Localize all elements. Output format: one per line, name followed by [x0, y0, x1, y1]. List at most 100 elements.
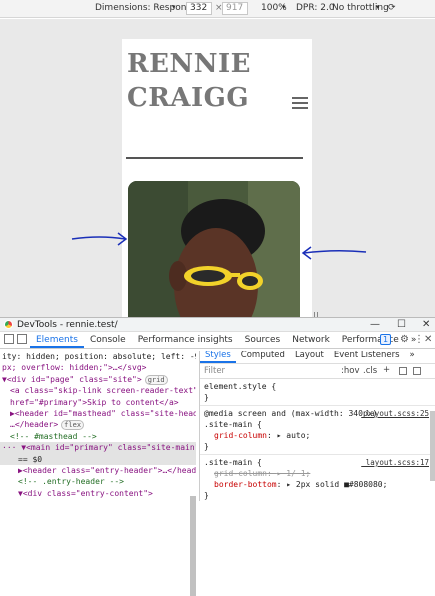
- width-input[interactable]: 332: [186, 2, 212, 15]
- css-declaration[interactable]: grid-column: ▸ auto;: [204, 430, 431, 441]
- left-annotation-arrow: [71, 232, 128, 246]
- height-input[interactable]: 917: [222, 2, 248, 15]
- dom-tree-line[interactable]: ▶<header id="masthead" class="site-heade…: [0, 408, 196, 419]
- dom-tree-line-text: ··· ▼<main id="primary" class="site-main…: [2, 443, 196, 453]
- style-rule[interactable]: @media screen and (max-width: 340px) .sit…: [200, 406, 435, 455]
- site-preview: RENNIE CRAIGG: [122, 39, 312, 317]
- dom-tree-line[interactable]: ▼<div id="page" class="site"> grid: [0, 374, 196, 385]
- devtools-titlebar: DevTools - rennie.test/ — ☐ ✕: [0, 318, 435, 332]
- tab-performance-insights[interactable]: Performance insights: [132, 335, 239, 348]
- tab-sources[interactable]: Sources: [239, 335, 287, 348]
- tab-event-listeners[interactable]: Event Listeners: [329, 351, 405, 363]
- css-colon: :: [266, 469, 277, 478]
- styles-pane: Styles Computed Layout Event Listeners »…: [199, 351, 435, 501]
- dom-tree-line[interactable]: ▼<div class="inner-1">: [0, 499, 196, 501]
- dom-tree-line-text: px; overflow: hidden;">…</svg>: [2, 363, 147, 373]
- tab-layout[interactable]: Layout: [290, 351, 329, 363]
- styles-subtabs: Styles Computed Layout Event Listeners »: [200, 351, 435, 364]
- issues-badge[interactable]: 1: [380, 334, 392, 345]
- chevron-down-icon: ▾: [376, 3, 380, 11]
- rule-source-link[interactable]: _layout.scss:25: [361, 408, 429, 419]
- dom-tree-line[interactable]: <a class="skip-link screen-reader-text": [0, 385, 196, 396]
- site-title-line2: CRAIGG: [127, 83, 250, 113]
- dom-tree-line[interactable]: href="#primary">Skip to content</a>: [0, 397, 196, 408]
- rule-selector: element.style {: [204, 382, 277, 391]
- rule-close-brace: }: [204, 491, 209, 500]
- dom-tree-line[interactable]: <!-- #masthead -->: [0, 431, 196, 442]
- more-subtabs-button[interactable]: »: [405, 351, 420, 363]
- close-icon[interactable]: ✕: [422, 319, 430, 330]
- gear-icon[interactable]: ⚙: [400, 334, 409, 345]
- devtools-tab-bar: Elements Console Performance insights So…: [0, 332, 435, 349]
- css-property-value: ▸ auto;: [276, 431, 311, 440]
- chevron-down-icon: ▾: [172, 3, 176, 11]
- dom-tree-line-text: == $0: [18, 454, 43, 464]
- right-annotation-arrow: [301, 246, 367, 260]
- element-state-icon[interactable]: [399, 367, 407, 375]
- close-devtools-icon[interactable]: ✕: [424, 334, 432, 345]
- styles-filter-input[interactable]: Filter: [204, 366, 225, 377]
- elements-tree: ity: hidden; position: absolute; left: -…: [0, 351, 196, 501]
- dom-tree-line[interactable]: ▼<div class="entry-content">: [0, 488, 196, 499]
- dom-tree-line[interactable]: ··· ▼<main id="primary" class="site-main…: [0, 442, 196, 454]
- devtools-window: DevTools - rennie.test/ — ☐ ✕ Elements C…: [0, 317, 435, 596]
- css-declaration[interactable]: border-bottom: ▸ 2px solid ■#808080;: [204, 479, 431, 490]
- dpr-dropdown[interactable]: DPR: 2.0: [296, 3, 335, 13]
- tab-elements[interactable]: Elements: [30, 335, 84, 348]
- css-declaration[interactable]: grid-column: ▸ 1/ 1;: [204, 468, 431, 479]
- dom-tree-line-text: ▼<div class="inner-1">: [26, 500, 132, 501]
- style-rule[interactable]: .site-main {grid-column: ▸ 1/ 1; border-b…: [200, 455, 435, 501]
- style-rule[interactable]: element.style {}: [200, 379, 435, 406]
- responsive-viewport: RENNIE CRAIGG: [0, 19, 435, 326]
- more-options-icon[interactable]: ⋮: [414, 334, 424, 345]
- tab-console[interactable]: Console: [84, 335, 132, 348]
- css-colon: :: [276, 480, 287, 489]
- styles-filter-bar: Filter :hov .cls +: [200, 364, 435, 379]
- tab-styles[interactable]: Styles: [200, 351, 236, 363]
- device-toggle-icon[interactable]: [17, 334, 27, 344]
- flex-badge[interactable]: flex: [61, 420, 85, 431]
- tab-network[interactable]: Network: [286, 335, 336, 348]
- dom-tree-line-text: ▶<header class="entry-header">…</header>: [18, 465, 196, 475]
- throttling-dropdown[interactable]: No throttling: [332, 3, 389, 13]
- css-property-name: border-bottom: [214, 480, 277, 489]
- dom-tree-line[interactable]: ▶<header class="entry-header">…</header>: [0, 465, 196, 476]
- dom-tree-line[interactable]: …</header> flex: [0, 419, 196, 431]
- dom-tree-line-text: ity: hidden; position: absolute; left: -…: [2, 352, 196, 361]
- css-colon: :: [266, 431, 277, 440]
- dom-tree-line-text: ▼<div class="entry-content">: [18, 488, 153, 498]
- dom-tree-line[interactable]: px; overflow: hidden;">…</svg>: [0, 362, 196, 373]
- device-toolbar: Dimensions: Responsive ▾ 332 × 917 100% …: [0, 0, 435, 18]
- dom-tree-line[interactable]: == $0: [0, 453, 196, 465]
- inspect-element-icon[interactable]: [4, 334, 14, 344]
- minimize-icon[interactable]: —: [370, 319, 380, 330]
- dom-tree-line-text: <a class="skip-link screen-reader-text": [10, 386, 196, 396]
- dom-tree-line-text: ▶<header id="masthead" class="site-heade…: [10, 408, 196, 418]
- hov-toggle[interactable]: :hov: [341, 366, 359, 377]
- grid-badge[interactable]: grid: [144, 374, 168, 385]
- rule-source-link[interactable]: _layout.scss:17: [361, 457, 429, 468]
- dom-tree-line-text: <!-- #masthead -->: [10, 431, 97, 441]
- dom-tree-line[interactable]: <!-- .entry-header -->: [0, 476, 196, 487]
- elements-scrollbar[interactable]: [190, 496, 196, 596]
- dom-tree-line-text: ▼<div id="page" class="site">: [2, 374, 142, 384]
- new-rule-button[interactable]: +: [383, 365, 390, 376]
- style-rules: element.style {} @media screen and (max-w…: [200, 379, 435, 501]
- maximize-icon[interactable]: ☐: [397, 319, 406, 330]
- tab-performance[interactable]: Performance: [336, 335, 405, 348]
- dom-tree-line[interactable]: ity: hidden; position: absolute; left: -…: [0, 351, 196, 362]
- dom-tree-line-text: <!-- .entry-header -->: [18, 477, 124, 487]
- site-title[interactable]: RENNIE CRAIGG: [127, 47, 257, 115]
- chevron-down-icon: ▾: [282, 3, 286, 11]
- computed-sidebar-icon[interactable]: [413, 367, 421, 375]
- css-property-value: ▸ 2px solid ■#808080;: [286, 480, 388, 489]
- rule-selector: .site-main {: [204, 420, 262, 429]
- styles-scrollbar[interactable]: [430, 411, 435, 481]
- rule-close-brace: }: [204, 393, 209, 402]
- tab-computed[interactable]: Computed: [236, 351, 290, 363]
- portrait-image: [128, 181, 300, 317]
- rule-close-brace: }: [204, 442, 209, 451]
- hamburger-menu-icon[interactable]: [292, 97, 308, 111]
- cls-toggle[interactable]: .cls: [363, 366, 377, 377]
- rotate-icon[interactable]: ⟳: [388, 3, 396, 13]
